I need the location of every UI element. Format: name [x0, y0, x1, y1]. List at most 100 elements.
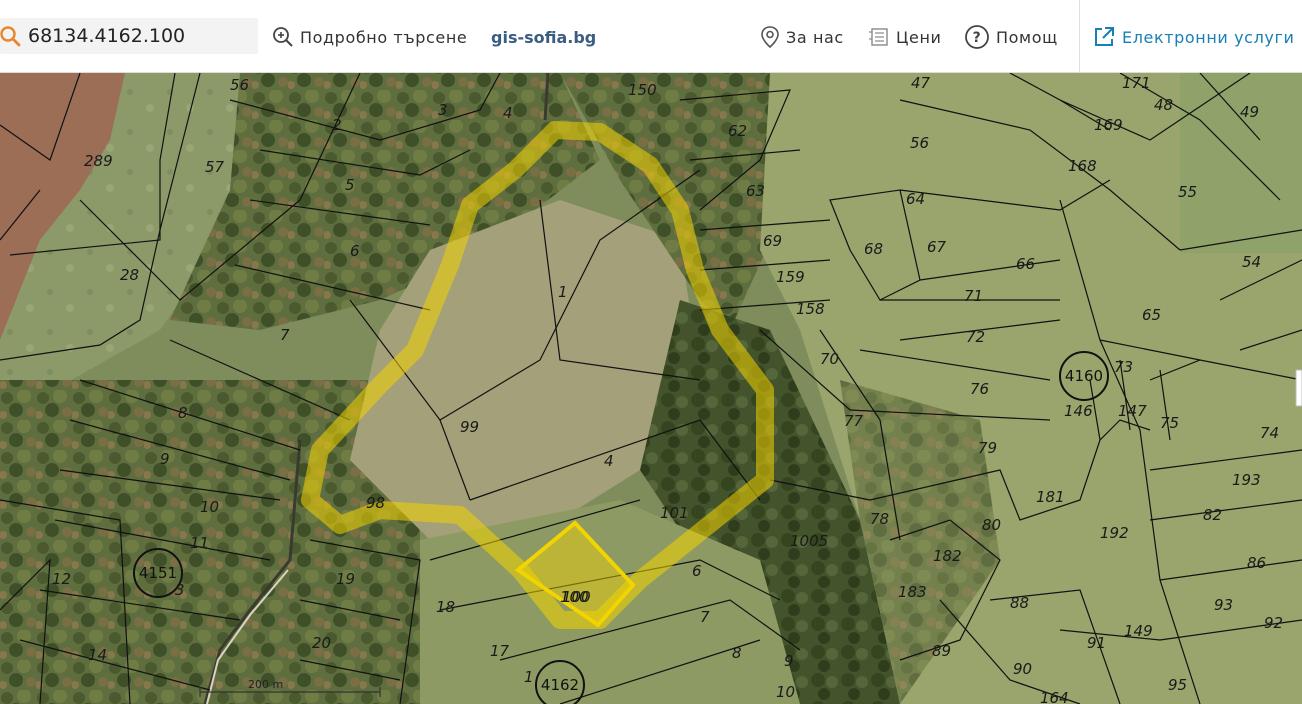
parcel-label: 4 — [503, 104, 513, 122]
parcel-label: 6 — [692, 562, 702, 580]
parcel-label: 159 — [776, 268, 805, 286]
parcel-label: 4 — [604, 452, 614, 470]
parcel-label: 64 — [906, 190, 925, 208]
top-bar: Подробно търсене gis-sofia.bg За нас Цен… — [0, 0, 1302, 73]
external-link-icon — [1095, 27, 1114, 46]
parcel-label: 181 — [1036, 488, 1065, 506]
parcel-label: 55 — [1178, 183, 1197, 201]
parcel-label: 48 — [1154, 96, 1173, 114]
side-panel-tab[interactable] — [1295, 369, 1302, 407]
parcel-label: 158 — [796, 300, 825, 318]
parcel-label: 289 — [84, 152, 113, 170]
parcel-label: 164 — [1040, 689, 1069, 704]
parcel-label: 82 — [1203, 506, 1222, 524]
about-label: За нас — [786, 27, 844, 47]
price-list-icon — [869, 28, 888, 46]
brand-link[interactable]: gis-sofia.bg — [491, 24, 596, 50]
parcel-label: 47 — [911, 74, 931, 92]
parcel-label: 2 — [332, 116, 342, 134]
block-label-4151: 4151 — [139, 564, 177, 582]
parcel-label: 5 — [345, 176, 355, 194]
location-pin-icon — [761, 26, 779, 49]
parcel-label: 72 — [966, 328, 985, 346]
parcel-label: 1 — [558, 283, 568, 301]
parcel-label: 56 — [230, 76, 249, 94]
parcel-label: 92 — [1264, 614, 1283, 632]
parcel-label: 62 — [728, 122, 747, 140]
parcel-label: 67 — [927, 238, 947, 256]
block-label-4162: 4162 — [541, 676, 579, 694]
parcel-label: 88 — [1010, 594, 1029, 612]
parcel-label: 3 — [175, 581, 185, 599]
parcel-label: 147 — [1118, 402, 1147, 420]
parcel-label: 193 — [1232, 471, 1261, 489]
advanced-search-label: Подробно търсене — [300, 27, 468, 47]
parcel-label: 49 — [1240, 103, 1259, 121]
parcel-label: 9 — [784, 652, 794, 670]
parcel-label: 10 — [200, 498, 219, 516]
parcel-label: 90 — [1013, 660, 1032, 678]
parcel-label: 168 — [1068, 157, 1097, 175]
parcel-label: 91 — [1087, 634, 1106, 652]
parcel-label: 149 — [1124, 622, 1153, 640]
scale-label: 200 m — [248, 678, 283, 691]
about-link[interactable]: За нас — [760, 24, 844, 50]
parcel-label: 1 — [524, 668, 534, 686]
parcel-label: 20 — [312, 634, 331, 652]
parcel-label: 18 — [436, 598, 455, 616]
parcel-label: 8 — [732, 644, 742, 662]
parcel-label: 69 — [763, 232, 782, 250]
parcel-label: 17 — [490, 642, 510, 660]
parcel-label: 75 — [1160, 414, 1179, 432]
parcel-label: 169 — [1094, 116, 1123, 134]
parcel-label: 10 — [776, 683, 795, 701]
eservices-label: Електронни услуги — [1122, 27, 1295, 47]
parcel-label: 1005 — [790, 532, 828, 550]
parcel-label: 76 — [970, 380, 989, 398]
eservices-link[interactable]: Електронни услуги — [1092, 24, 1294, 50]
parcel-label: 8 — [178, 404, 188, 422]
block-label-4160: 4160 — [1065, 367, 1103, 385]
map-canvas[interactable]: 4151 4160 4162 56 289 57 2 3 4 150 62 5 … — [0, 73, 1302, 704]
parcel-label: 71 — [964, 287, 983, 305]
parcel-label: 73 — [1114, 358, 1133, 376]
parcel-label: 66 — [1016, 255, 1035, 273]
search-box[interactable] — [0, 18, 258, 54]
help-label: Помощ — [996, 27, 1058, 47]
parcel-label: 56 — [910, 134, 929, 152]
parcel-label: 192 — [1100, 524, 1129, 542]
parcel-label: 146 — [1064, 402, 1093, 420]
svg-text:?: ? — [973, 30, 982, 46]
prices-link[interactable]: Цени — [868, 24, 942, 50]
help-icon: ? — [965, 25, 989, 49]
parcel-label: 95 — [1168, 676, 1187, 694]
parcel-label: 183 — [898, 583, 927, 601]
parcel-label: 86 — [1247, 554, 1266, 572]
parcel-label: 7 — [700, 608, 710, 626]
parcel-label: 12 — [52, 570, 71, 588]
parcel-label: 9 — [160, 450, 170, 468]
parcel-label: 77 — [844, 412, 864, 430]
parcel-label: 28 — [120, 266, 139, 284]
parcel-label: 171 — [1122, 74, 1151, 92]
parcel-label: 7 — [280, 326, 290, 344]
parcel-label: 57 — [205, 158, 225, 176]
parcel-label: 65 — [1142, 306, 1161, 324]
parcel-label: 63 — [746, 182, 765, 200]
search-icon[interactable] — [0, 24, 22, 48]
parcel-label: 14 — [88, 646, 107, 664]
parcel-label: 74 — [1260, 424, 1279, 442]
parcel-label: 70 — [820, 350, 839, 368]
parcel-label: 182 — [933, 547, 962, 565]
map-view[interactable]: 4151 4160 4162 56 289 57 2 3 4 150 62 5 … — [0, 73, 1302, 704]
search-input[interactable] — [28, 22, 253, 50]
forest-southwest — [0, 380, 420, 704]
toolbar-divider — [1079, 0, 1080, 73]
help-link[interactable]: ? Помощ — [964, 24, 1058, 50]
field-northeast — [1180, 73, 1302, 253]
parcel-label: 78 — [870, 510, 889, 528]
advanced-search-link[interactable]: Подробно търсене — [272, 24, 467, 50]
parcel-label: 11 — [190, 534, 209, 552]
parcel-label: 3 — [438, 101, 448, 119]
parcel-label: 89 — [932, 642, 951, 660]
